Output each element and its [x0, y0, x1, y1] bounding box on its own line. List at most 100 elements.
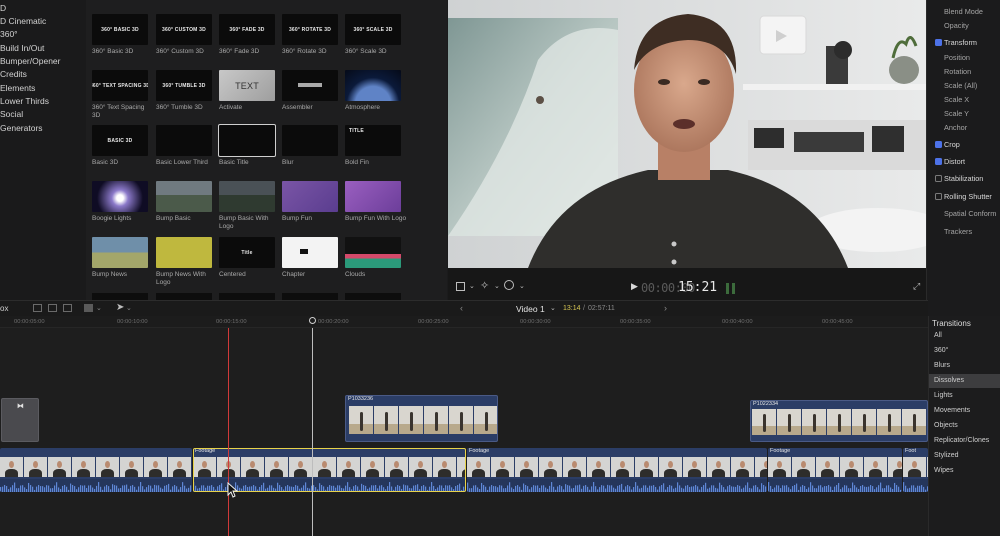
select-tool-icon[interactable]: ➤: [116, 302, 124, 313]
browser-tile[interactable]: Bump News: [92, 237, 152, 279]
browser-tile-partial[interactable]: [219, 293, 275, 300]
browser-tile[interactable]: 360° FADE 3D 360° Fade 3D: [219, 14, 279, 56]
playhead-line[interactable]: [312, 328, 313, 536]
browser-tile[interactable]: Atmosphere: [345, 70, 405, 112]
person-head: [547, 460, 554, 469]
connected-clip[interactable]: P1033236: [345, 395, 498, 442]
browser-tile[interactable]: 360° BASIC 3D 360° Basic 3D: [92, 14, 152, 56]
waveform-bar: [154, 484, 156, 492]
storyline-clip[interactable]: [0, 448, 192, 492]
browser-tile[interactable]: 360° TUMBLE 3D 360° Tumble 3D: [156, 70, 216, 112]
waveform-graphic: [903, 482, 928, 492]
sidebar-item-lower-thirds[interactable]: Lower Thirds: [0, 96, 49, 106]
browser-tile[interactable]: 360° CUSTOM 3D 360° Custom 3D: [156, 14, 216, 56]
transition-category-item[interactable]: Movements: [929, 404, 1000, 418]
browser-tile[interactable]: Bump Basic: [156, 181, 216, 223]
clip-frame-thumbnail: [120, 457, 143, 477]
playhead-marker-icon[interactable]: [309, 317, 316, 324]
sidebar-item-360[interactable]: 360°: [0, 29, 18, 39]
forward-arrow-icon[interactable]: ›: [664, 303, 667, 313]
chevron-down-icon[interactable]: ⌄: [519, 282, 525, 290]
browser-tile-partial[interactable]: [345, 293, 401, 300]
transition-category-item[interactable]: Blurs: [929, 359, 1000, 373]
speed-gauge-icon[interactable]: [504, 280, 514, 290]
transition-category-item[interactable]: Lights: [929, 389, 1000, 403]
clip-frame-thumbnail: [72, 457, 95, 477]
browser-tile-partial[interactable]: [156, 293, 212, 300]
checkbox-unchecked-icon[interactable]: [935, 193, 942, 200]
browser-tile[interactable]: Bump News With Logo: [156, 237, 216, 286]
play-icon[interactable]: ▶: [631, 281, 638, 292]
timeline-ruler[interactable]: 00:00:05:00 00:00:10:00 00:00:15:00 00:0…: [0, 316, 928, 328]
chevron-down-icon[interactable]: ⌄: [494, 282, 500, 290]
browser-tile[interactable]: TITLE Bold Fin: [345, 125, 405, 167]
transition-category-item[interactable]: Stylized: [929, 449, 1000, 463]
fullscreen-icon[interactable]: ⤢: [913, 281, 920, 292]
browser-tile[interactable]: Clouds: [345, 237, 405, 279]
chevron-down-icon[interactable]: ⌄: [96, 304, 102, 312]
browser-tile-partial[interactable]: [92, 293, 148, 300]
browser-tile[interactable]: Chapter: [282, 237, 342, 279]
browser-tile[interactable]: Basic Lower Third: [156, 125, 216, 167]
person-body: [437, 469, 452, 477]
checkbox-checked-icon[interactable]: [935, 141, 942, 148]
browser-tile[interactable]: BASIC 3D Basic 3D: [92, 125, 152, 167]
transition-category-item[interactable]: Objects: [929, 419, 1000, 433]
transform-tool-icon[interactable]: [456, 282, 465, 291]
append-clip-icon[interactable]: [63, 304, 72, 312]
timeline-area[interactable]: ⧓ P1033236 P1022334 Footage Footage Footag…: [0, 328, 928, 536]
browser-tile[interactable]: 360° TEXT SPACING 3D 360° Text Spacing 3D: [92, 70, 152, 119]
enhance-wand-icon[interactable]: ✧: [480, 279, 489, 292]
browser-tile[interactable]: 360° SCALE 3D 360° Scale 3D: [345, 14, 405, 56]
overwrite-clip-icon[interactable]: [84, 304, 93, 312]
browser-tile[interactable]: Title Centered: [219, 237, 279, 279]
waveform-bar: [239, 487, 241, 492]
transition-category-item[interactable]: Dissolves: [929, 374, 1000, 388]
browser-tile-partial[interactable]: [282, 293, 338, 300]
waveform-bar: [651, 485, 653, 492]
browser-tile[interactable]: Bump Basic With Logo: [219, 181, 279, 230]
storyline-clip[interactable]: Footage: [768, 448, 902, 492]
browser-tile[interactable]: Boogie Lights: [92, 181, 152, 223]
transition-category-item[interactable]: All: [929, 329, 1000, 343]
sidebar-item-credits[interactable]: Credits: [0, 69, 27, 79]
sidebar-item-generators[interactable]: Generators: [0, 123, 43, 133]
chevron-down-icon[interactable]: ⌄: [126, 304, 132, 312]
waveform-bar: [788, 487, 790, 492]
checkbox-unchecked-icon[interactable]: [935, 175, 942, 182]
browser-tile[interactable]: Basic Title: [218, 124, 279, 167]
back-arrow-icon[interactable]: ‹: [460, 303, 463, 313]
transition-category-item[interactable]: 360°: [929, 344, 1000, 358]
waveform-bar: [727, 486, 729, 492]
insert-clip-icon[interactable]: [48, 304, 57, 312]
checkbox-checked-icon[interactable]: [935, 39, 942, 46]
transition-category-item[interactable]: Replicator/Clones: [929, 434, 1000, 448]
browser-tile[interactable]: 360° ROTATE 3D 360° Rotate 3D: [282, 14, 342, 56]
transition-category-item[interactable]: Wipes: [929, 464, 1000, 478]
browser-tile[interactable]: Bump Fun With Logo: [345, 181, 406, 223]
storyline-clip[interactable]: Foot: [903, 448, 928, 492]
waveform-bar: [321, 485, 323, 492]
waveform-bar: [30, 485, 32, 492]
sidebar-item-3d[interactable]: D: [0, 3, 6, 13]
connected-clip[interactable]: P1022334: [750, 400, 928, 442]
sidebar-item-build-in-out[interactable]: Build In/Out: [0, 43, 44, 53]
checkbox-checked-icon[interactable]: [935, 158, 942, 165]
chevron-down-icon[interactable]: ⌄: [550, 304, 556, 312]
timeline-duration: 02:57:11: [588, 305, 615, 312]
storyline-clip[interactable]: Footage: [467, 448, 767, 492]
waveform-bar: [313, 485, 315, 492]
browser-tile[interactable]: Blur: [282, 125, 342, 167]
sidebar-item-3d-cinematic[interactable]: D Cinematic: [0, 16, 46, 26]
viewer-video-frame[interactable]: [448, 0, 926, 268]
browser-tile[interactable]: Assembler: [282, 70, 342, 112]
browser-tile[interactable]: Bump Fun: [282, 181, 342, 223]
sidebar-item-elements[interactable]: Elements: [0, 83, 35, 93]
waveform-bar: [263, 482, 265, 492]
connected-clip-small[interactable]: ⧓: [1, 398, 39, 442]
browser-tile[interactable]: TEXT Activate: [219, 70, 279, 112]
chevron-down-icon[interactable]: ⌄: [469, 282, 475, 290]
sidebar-item-bumper-opener[interactable]: Bumper/Opener: [0, 56, 60, 66]
sidebar-item-social[interactable]: Social: [0, 109, 23, 119]
connect-clip-icon[interactable]: [33, 304, 42, 312]
